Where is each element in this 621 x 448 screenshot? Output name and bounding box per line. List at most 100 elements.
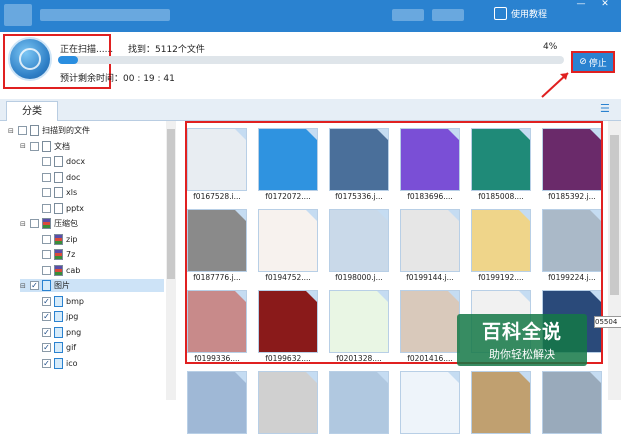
checkbox[interactable]: [30, 141, 39, 151]
tree-item-图片[interactable]: ⊟ ✓ 图片: [20, 279, 164, 292]
tree-item-png[interactable]: ✓ png: [32, 326, 164, 339]
tree-item-bmp[interactable]: ✓ bmp: [32, 295, 164, 308]
guide-button[interactable]: 使用教程: [494, 7, 547, 20]
scan-progress-bar: [58, 56, 564, 64]
tree-item-pptx[interactable]: pptx: [32, 202, 164, 215]
tree-item-ico[interactable]: ✓ ico: [32, 357, 164, 370]
checkbox[interactable]: [30, 219, 39, 228]
close-button[interactable]: ✕: [596, 0, 614, 10]
doc-file-icon: [42, 140, 51, 152]
zip-file-icon: [54, 264, 63, 276]
found-count: 找到：5112个文件: [128, 45, 205, 55]
image: [187, 371, 247, 434]
image: [471, 371, 531, 434]
file-thumbnail[interactable]: [542, 371, 602, 448]
tree-item-label: 压缩包: [54, 219, 78, 228]
tree-item-label: ico: [66, 358, 78, 368]
tree-item-docx[interactable]: docx: [32, 155, 164, 168]
doc-file-icon: [54, 187, 63, 198]
book-icon: [494, 7, 507, 20]
checkbox[interactable]: [42, 157, 51, 166]
minimize-button[interactable]: —: [572, 0, 590, 10]
tree-scrollbar[interactable]: [166, 121, 176, 400]
stop-label: 停止: [588, 58, 607, 69]
checkbox[interactable]: [42, 188, 51, 197]
watermark: 百科全说 助你轻松解决: [457, 314, 587, 366]
watermark-title: 百科全说: [481, 321, 562, 343]
tree-item-扫描到的文件[interactable]: ⊟ 扫描到的文件: [8, 124, 164, 137]
menu-icon[interactable]: ☰: [600, 103, 611, 115]
select-corner-icon[interactable]: [519, 372, 530, 383]
tree-item-gif[interactable]: ✓ gif: [32, 341, 164, 354]
collapse-icon[interactable]: ⊟: [20, 220, 27, 228]
title-bar: 使用教程 — ✕: [0, 0, 621, 32]
tree-item-zip[interactable]: zip: [32, 233, 164, 246]
tab-bar: [0, 99, 621, 121]
select-corner-icon[interactable]: [235, 372, 246, 383]
checkbox[interactable]: [42, 234, 51, 244]
img-file-icon: [54, 311, 63, 322]
img-file-icon: [54, 342, 63, 353]
select-corner-icon[interactable]: [590, 372, 601, 383]
tree-item-压缩包[interactable]: ⊟ 压缩包: [20, 217, 164, 230]
doc-file-icon: [54, 202, 63, 214]
img-file-icon: [42, 280, 51, 291]
progress-percent: 4%: [543, 42, 558, 52]
tree-item-label: bmp: [66, 296, 84, 306]
image: [258, 371, 318, 434]
image: [329, 371, 389, 434]
checkbox[interactable]: [18, 126, 27, 135]
checkbox[interactable]: ✓: [42, 312, 51, 321]
file-thumbnail[interactable]: [471, 371, 531, 448]
img-file-icon: [54, 295, 63, 307]
guide-label: 使用教程: [511, 10, 548, 20]
collapse-icon[interactable]: ⊟: [20, 142, 27, 150]
tree-item-label: 扫描到的文件: [42, 126, 90, 135]
tree-item-7z[interactable]: 7z: [32, 248, 164, 261]
tree-item-jpg[interactable]: ✓ jpg: [32, 310, 164, 323]
zip-file-icon: [54, 233, 63, 245]
checkbox[interactable]: [42, 250, 51, 259]
file-thumbnail[interactable]: [329, 371, 389, 448]
collapse-icon[interactable]: ⊟: [8, 127, 15, 135]
file-thumbnail[interactable]: [400, 371, 460, 448]
checkbox[interactable]: ✓: [42, 358, 51, 368]
category-tree: ⊟ 扫描到的文件 ⊟ 文档 docx doc xls pptx ⊟ 压缩包 zip 7z cab ⊟ ✓ 图片…: [4, 121, 176, 400]
tree-item-label: jpg: [66, 312, 79, 321]
checkbox[interactable]: ✓: [42, 343, 51, 352]
tree-item-label: doc: [66, 172, 81, 182]
checkbox[interactable]: ✓: [42, 296, 51, 306]
tree-item-文档[interactable]: ⊟ 文档: [20, 140, 164, 153]
tree-item-label: png: [66, 327, 82, 337]
tree-item-label: 7z: [66, 250, 76, 259]
select-corner-icon[interactable]: [377, 372, 388, 383]
tree-item-label: gif: [66, 343, 77, 352]
checkbox[interactable]: [42, 172, 51, 182]
tree-item-doc[interactable]: doc: [32, 171, 164, 184]
tab-category[interactable]: 分类: [6, 101, 58, 121]
stop-button[interactable]: ⊘ 停止: [571, 51, 615, 73]
blurred-toolbar-item: [432, 9, 464, 21]
scan-status: 正在扫描......: [60, 45, 114, 55]
image: [542, 371, 602, 434]
tree-item-xls[interactable]: xls: [32, 186, 164, 199]
progress-fill: [58, 56, 79, 64]
tree-item-label: pptx: [66, 203, 85, 213]
grid-scrollbar[interactable]: [608, 121, 621, 400]
collapse-icon[interactable]: ⊟: [20, 282, 27, 290]
file-thumbnail[interactable]: [258, 371, 318, 448]
checkbox[interactable]: ✓: [30, 281, 39, 290]
checkbox[interactable]: [42, 203, 51, 213]
checkbox[interactable]: [42, 265, 51, 275]
blurred-app-title: [40, 9, 170, 21]
select-corner-icon[interactable]: [306, 372, 317, 383]
select-corner-icon[interactable]: [448, 372, 459, 383]
zip-file-icon: [54, 249, 63, 260]
blurred-app-icon: [4, 4, 32, 26]
file-thumbnail[interactable]: [187, 371, 247, 448]
time-remaining: 预计剩余时间：00 : 19 : 41: [60, 74, 175, 84]
blurred-toolbar-item: [392, 9, 424, 21]
tree-item-cab[interactable]: cab: [32, 264, 164, 277]
checkbox[interactable]: ✓: [42, 327, 51, 337]
image: [400, 371, 460, 434]
